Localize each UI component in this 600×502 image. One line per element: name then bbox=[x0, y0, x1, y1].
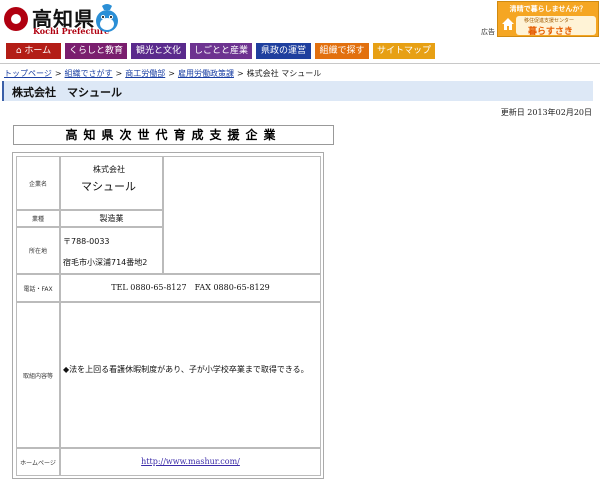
breadcrumb: トップページ > 組織でさがす > 商工労働部 > 雇用労働政策課 > 株式会社 マシュール bbox=[4, 69, 322, 78]
content-cell: ◆法を上回る看護休暇制度があり、子が小学校卒業まで取得できる。 bbox=[60, 302, 321, 448]
updated-date: 更新日 2013年02月20日 bbox=[500, 108, 592, 117]
page-title-bar: 株式会社 マシュール bbox=[2, 81, 593, 101]
breadcrumb-top[interactable]: トップページ bbox=[4, 69, 52, 78]
industry-cell: 製造業 bbox=[60, 210, 163, 227]
homepage-label-cell: ホームページ bbox=[16, 448, 60, 476]
content-label-cell: 取組内容等 bbox=[16, 302, 60, 448]
nav-sitemap[interactable]: サイトマップ bbox=[373, 43, 435, 59]
phone-cell: TEL 0880-65-8127 FAX 0880-65-8129 bbox=[60, 274, 321, 302]
content-text: ◆法を上回る看護休暇制度があり、子が小学校卒業まで取得できる。 bbox=[63, 365, 309, 374]
banner-headline: 清晴で暮らしませんか？ bbox=[509, 5, 587, 13]
site-header: 高知県 Kochi Prefecture 広告 清晴で暮らしませんか？ 移住促進… bbox=[0, 0, 600, 40]
nav-home[interactable]: ⌂ ホーム bbox=[6, 43, 61, 59]
breadcrumb-commerce[interactable]: 商工労働部 bbox=[125, 69, 165, 78]
company-name-cell: 株式会社 マシュール bbox=[60, 156, 163, 210]
name-label-cell: 企業名 bbox=[16, 156, 60, 210]
zip-code: 〒788-0033 bbox=[63, 237, 110, 246]
nav-divider bbox=[0, 63, 600, 64]
banner-subtext: 移住促進支援センター bbox=[524, 18, 575, 24]
home-icon: ⌂ bbox=[15, 46, 22, 56]
address-label-cell: 所在地 bbox=[16, 227, 60, 274]
phone-label-cell: 電話・FAX bbox=[16, 274, 60, 302]
banner-brand: 暮らすさき bbox=[528, 27, 573, 37]
nav-life-education[interactable]: くらしと教育 bbox=[65, 43, 127, 59]
nav-prefectural-admin[interactable]: 県政の運営 bbox=[256, 43, 311, 59]
ad-label: 広告 bbox=[481, 28, 495, 36]
mascot-icon bbox=[96, 4, 118, 32]
relocation-banner[interactable]: 清晴で暮らしませんか？ 移住促進支援センター 暮らすさき bbox=[497, 1, 599, 37]
house-icon bbox=[502, 18, 514, 30]
breadcrumb-employment[interactable]: 雇用労働政策課 bbox=[178, 69, 234, 78]
company-name-big: マシュール bbox=[81, 180, 136, 193]
banner-inner: 移住促進支援センター 暮らすさき bbox=[516, 16, 596, 37]
page-title: 株式会社 マシュール bbox=[12, 86, 122, 99]
nav-search-org[interactable]: 組織で探す bbox=[315, 43, 369, 59]
company-name-small: 株式会社 bbox=[93, 165, 125, 174]
company-info-table: 企業名 株式会社 マシュール 業種 製造業 所在地 〒788-0033 宿毛市小… bbox=[12, 152, 324, 479]
address-text: 宿毛市小深浦714番地2 bbox=[63, 258, 148, 267]
nav-work-industry[interactable]: しごとと産業 bbox=[190, 43, 252, 59]
breadcrumb-current: 株式会社 マシュール bbox=[246, 69, 322, 78]
blank-cell bbox=[163, 156, 321, 274]
industry-label-cell: 業種 bbox=[16, 210, 60, 227]
address-cell: 〒788-0033 宿毛市小深浦714番地2 bbox=[60, 227, 163, 274]
card-title: 高知県次世代育成支援企業 bbox=[13, 125, 334, 145]
breadcrumb-org[interactable]: 組織でさがす bbox=[65, 69, 113, 78]
prefecture-emblem-icon bbox=[4, 7, 28, 31]
homepage-link[interactable]: http://www.mashur.com/ bbox=[141, 457, 240, 466]
nav-tourism-culture[interactable]: 観光と文化 bbox=[131, 43, 186, 59]
homepage-cell: http://www.mashur.com/ bbox=[60, 448, 321, 476]
